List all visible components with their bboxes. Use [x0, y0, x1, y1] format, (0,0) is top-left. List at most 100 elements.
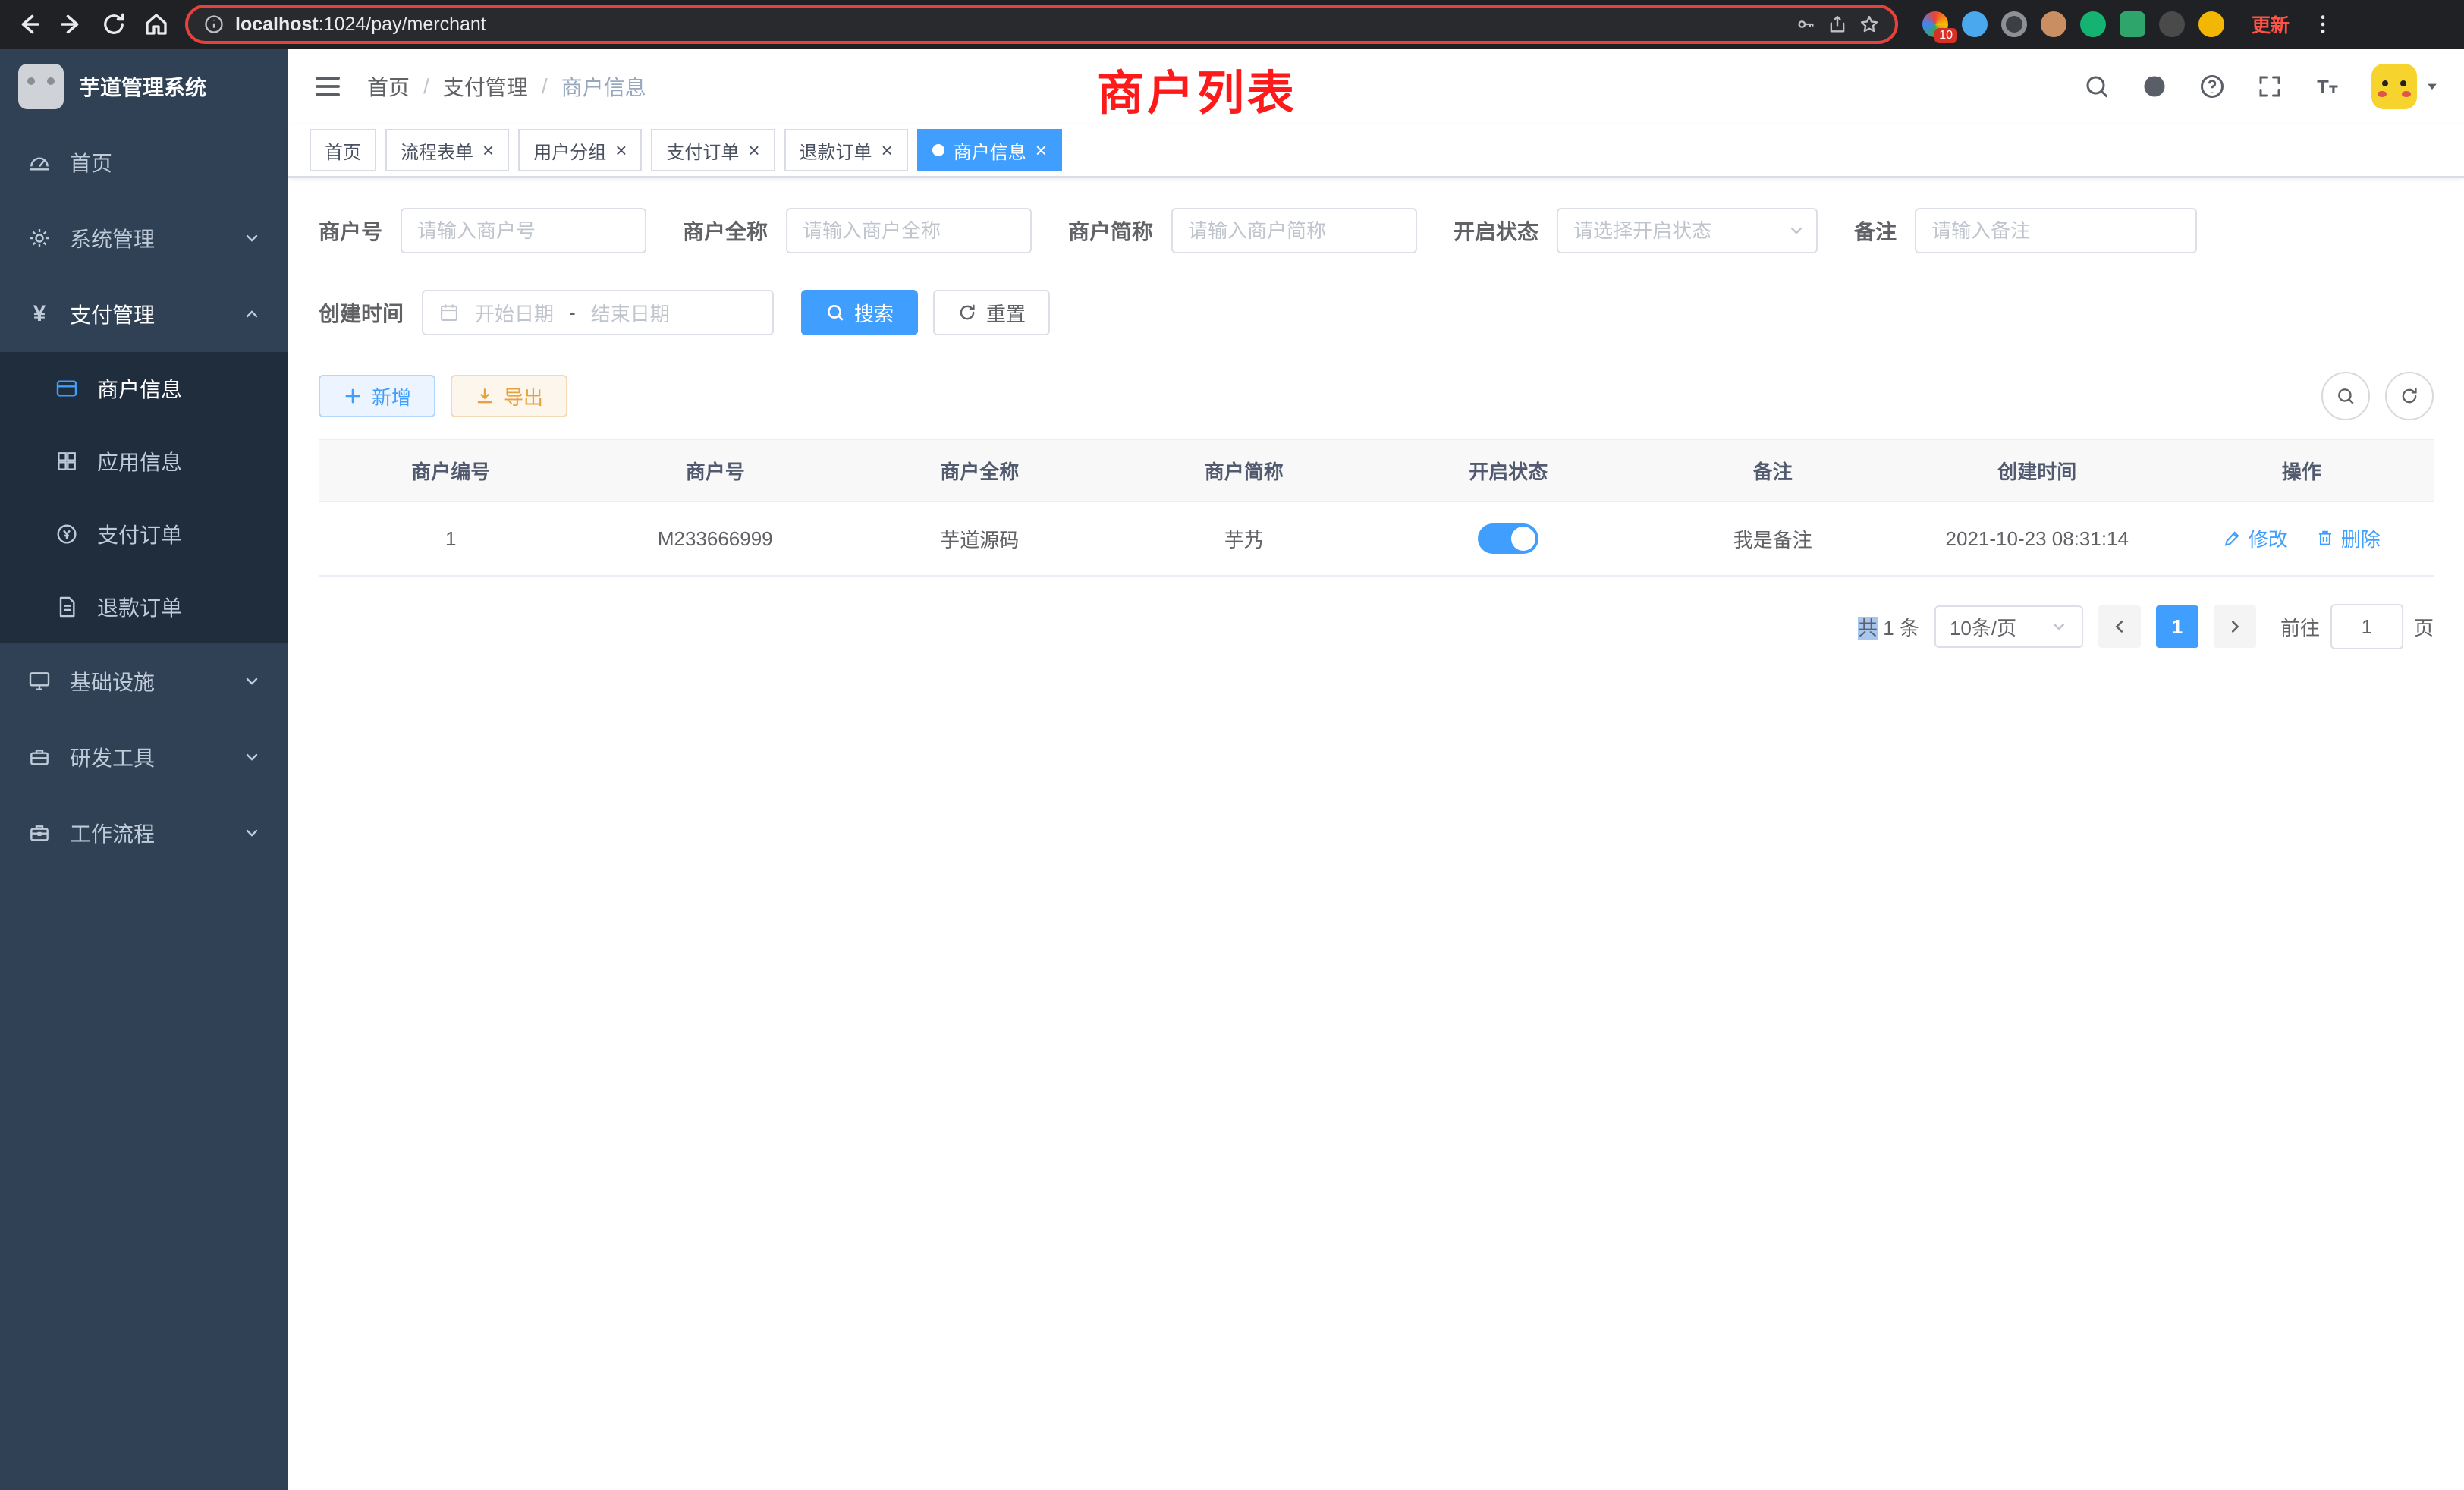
tab-label: 用户分组 — [533, 137, 606, 164]
sidebar-toggle-icon[interactable] — [313, 71, 343, 102]
bookmark-star-icon[interactable] — [1859, 14, 1880, 35]
page-content: 商户号 商户全称 商户简称 开启状态 — [288, 178, 2464, 1490]
table-row: 1 M233666999 芋道源码 芋艿 我是备注 2021-10-23 08:… — [319, 501, 2434, 576]
breadcrumb-home[interactable]: 首页 — [367, 71, 410, 102]
sidebar-item-system[interactable]: 系统管理 — [0, 200, 288, 276]
extension-smiley-icon[interactable] — [2198, 11, 2224, 37]
filter-merchant-no: 商户号 — [319, 208, 646, 253]
extension-avatar-icon[interactable] — [2041, 11, 2066, 37]
tab-pay-order[interactable]: 支付订单× — [651, 129, 775, 171]
extension-green-square-icon[interactable] — [2120, 11, 2145, 37]
sidebar-item-merchant-info[interactable]: 商户信息 — [0, 352, 288, 425]
top-navbar: 首页 / 支付管理 / 商户信息 — [288, 49, 2464, 124]
edit-icon — [2223, 528, 2242, 548]
status-toggle[interactable] — [1478, 523, 1538, 554]
total-rest: 1 条 — [1878, 617, 1919, 640]
sidebar-item-home[interactable]: 首页 — [0, 124, 288, 200]
goto-page-input[interactable] — [2330, 604, 2403, 649]
browser-toolbar: localhost:1024/pay/merchant 更新 — [0, 0, 2464, 49]
fullscreen-icon[interactable] — [2256, 73, 2283, 100]
filter-row-1: 商户号 商户全称 商户简称 开启状态 — [319, 208, 2434, 253]
breadcrumb-separator: / — [542, 74, 548, 99]
github-icon[interactable] — [2141, 73, 2168, 100]
reset-button[interactable]: 重置 — [933, 290, 1050, 335]
close-icon[interactable]: × — [882, 140, 893, 160]
next-page-button[interactable] — [2214, 605, 2256, 648]
tab-home[interactable]: 首页 — [310, 129, 376, 171]
chevron-down-icon — [2050, 618, 2068, 636]
back-icon[interactable] — [15, 11, 42, 38]
refresh-table-button[interactable] — [2385, 372, 2434, 420]
yen-icon: ¥ — [27, 301, 52, 327]
full-name-input[interactable] — [786, 208, 1032, 253]
sidebar-item-dev-tools[interactable]: 研发工具 — [0, 719, 288, 795]
address-bar[interactable]: localhost:1024/pay/merchant — [185, 5, 1898, 44]
delete-link[interactable]: 删除 — [2315, 524, 2381, 552]
sidebar-item-infra[interactable]: 基础设施 — [0, 643, 288, 719]
close-icon[interactable]: × — [482, 140, 494, 160]
browser-menu-icon[interactable] — [2311, 12, 2335, 36]
close-icon[interactable]: × — [1036, 140, 1047, 160]
tab-user-group[interactable]: 用户分组 × — [518, 129, 642, 171]
edit-link[interactable]: 修改 — [2223, 524, 2288, 552]
search-button[interactable]: 搜索 — [801, 290, 918, 335]
extension-ring-icon[interactable] — [2001, 11, 2027, 37]
field-label: 创建时间 — [319, 297, 404, 328]
close-icon[interactable]: × — [615, 140, 627, 160]
remark-input[interactable] — [1915, 208, 2197, 253]
main-area: 首页 / 支付管理 / 商户信息 — [288, 49, 2464, 1490]
extension-pinwheel-icon[interactable] — [1922, 11, 1948, 37]
prev-page-button[interactable] — [2098, 605, 2141, 648]
gear-icon — [27, 226, 52, 250]
tab-label: 流程表单 — [401, 137, 473, 164]
trash-icon — [2315, 528, 2335, 548]
password-key-icon[interactable] — [1795, 14, 1816, 35]
cell-merchant-no: M233666999 — [583, 501, 848, 576]
monitor-icon — [27, 669, 52, 693]
tab-merchant-info[interactable]: 商户信息× — [917, 129, 1062, 171]
delete-link-label: 删除 — [2341, 524, 2381, 552]
status-select[interactable] — [1557, 208, 1818, 253]
merchant-table: 商户编号 商户号 商户全称 商户简称 开启状态 备注 创建时间 操作 1 — [319, 439, 2434, 577]
forward-icon[interactable] — [58, 11, 85, 38]
hide-search-button[interactable] — [2321, 372, 2370, 420]
refresh-icon[interactable] — [100, 11, 127, 38]
breadcrumb-section[interactable]: 支付管理 — [443, 71, 528, 102]
extension-green-circle-icon[interactable] — [2080, 11, 2106, 37]
sidebar-item-payment[interactable]: ¥ 支付管理 — [0, 276, 288, 352]
close-icon[interactable]: × — [748, 140, 759, 160]
sidebar-item-refund-order[interactable]: 退款订单 — [0, 571, 288, 643]
help-icon[interactable] — [2198, 73, 2226, 100]
extension-knot-icon[interactable] — [2159, 11, 2185, 37]
tab-refund-order[interactable]: 退款订单× — [784, 129, 908, 171]
share-icon[interactable] — [1827, 14, 1848, 35]
page-size-select[interactable]: 10条/页 — [1934, 605, 2083, 648]
start-date-placeholder: 开始日期 — [475, 299, 554, 327]
sidebar-logo[interactable]: 芋道管理系统 — [0, 49, 288, 124]
chevron-down-icon — [243, 672, 261, 690]
short-name-input[interactable] — [1171, 208, 1417, 253]
sidebar-item-pay-order[interactable]: 支付订单 — [0, 498, 288, 571]
add-button[interactable]: 新增 — [319, 375, 435, 417]
home-icon[interactable] — [143, 11, 170, 38]
browser-update-button[interactable]: 更新 — [2252, 11, 2290, 38]
sidebar-item-workflow[interactable]: 工作流程 — [0, 795, 288, 871]
extension-drop-icon[interactable] — [1962, 11, 1988, 37]
page-number-button[interactable]: 1 — [2156, 605, 2198, 648]
tab-process-form[interactable]: 流程表单 × — [385, 129, 509, 171]
user-menu[interactable] — [2371, 64, 2440, 109]
refresh-icon — [957, 303, 977, 322]
status-select-input[interactable] — [1557, 208, 1818, 253]
toolbox-icon — [27, 745, 52, 769]
sidebar-item-app-info[interactable]: 应用信息 — [0, 425, 288, 498]
date-range-picker[interactable]: 开始日期 - 结束日期 — [422, 290, 774, 335]
calendar-icon — [438, 302, 460, 323]
col-merchant-no: 商户号 — [583, 439, 848, 501]
page-root: localhost:1024/pay/merchant 更新 芋道管理系统 — [0, 0, 2464, 1490]
merchant-no-input[interactable] — [401, 208, 646, 253]
cell-actions: 修改 删除 — [2170, 501, 2434, 576]
font-size-icon[interactable] — [2314, 73, 2341, 100]
export-button[interactable]: 导出 — [451, 375, 567, 417]
site-info-icon[interactable] — [203, 14, 225, 35]
search-icon[interactable] — [2083, 73, 2110, 100]
